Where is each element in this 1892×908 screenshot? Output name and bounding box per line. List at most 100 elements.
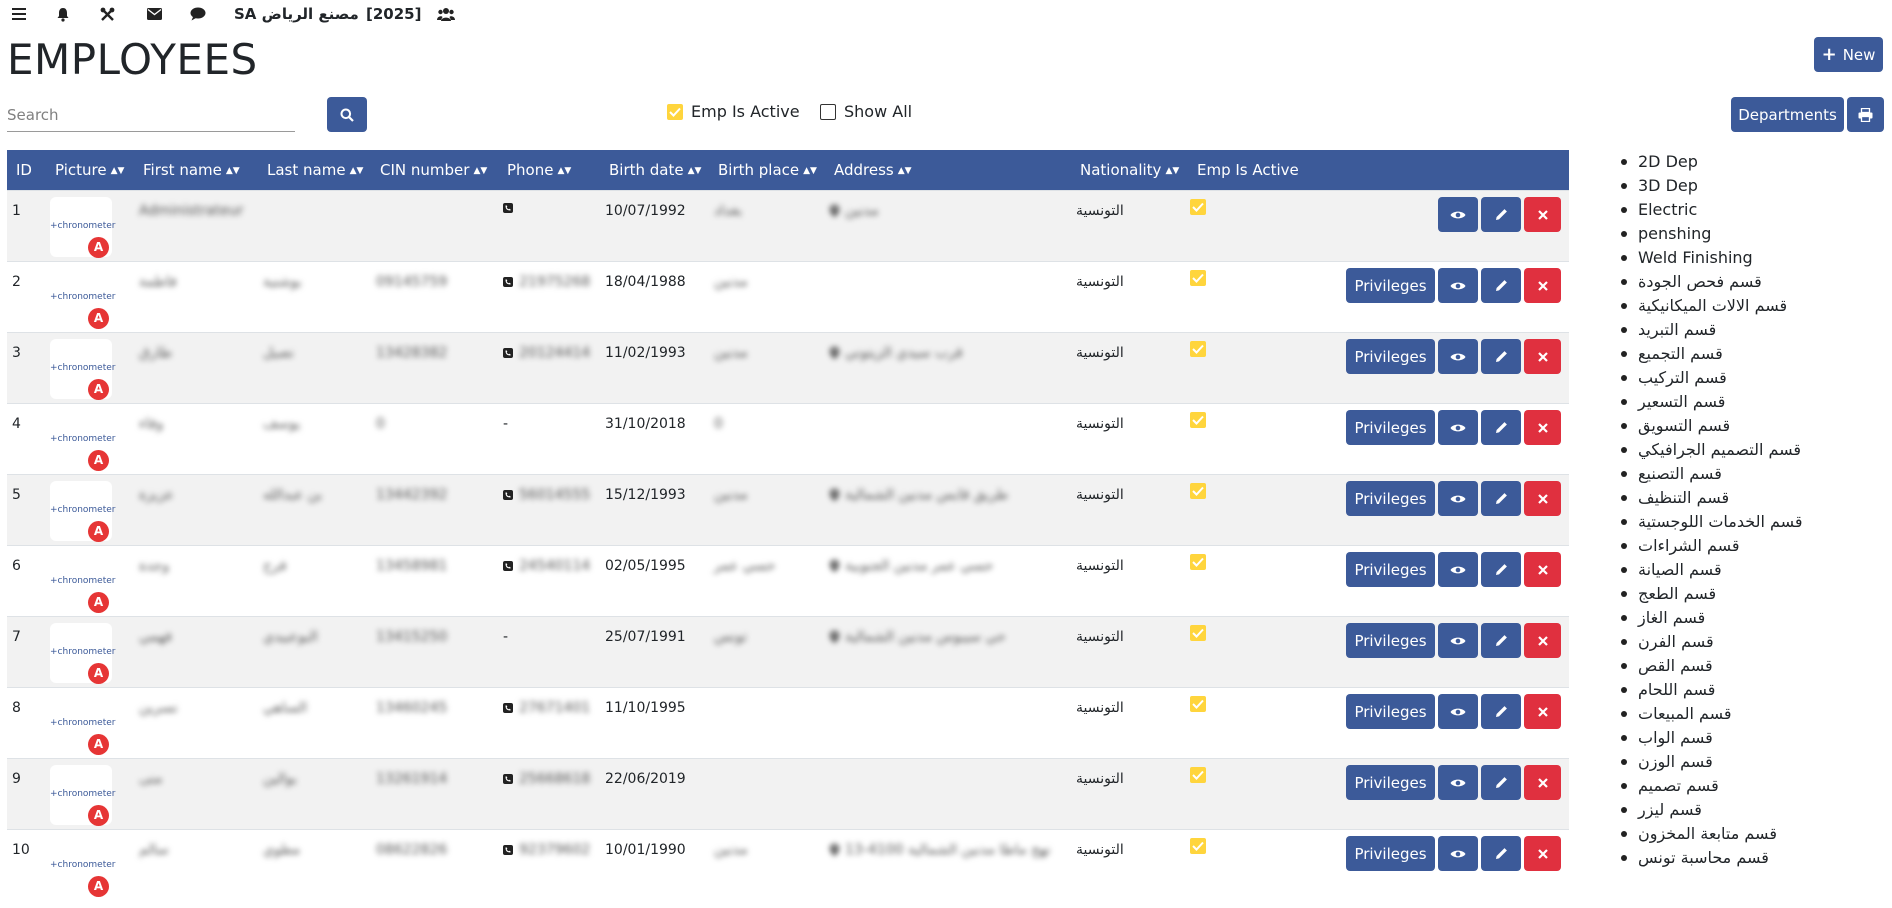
- view-button[interactable]: [1438, 765, 1478, 800]
- map-marker-icon: [830, 205, 839, 217]
- privileges-button[interactable]: Privileges: [1346, 765, 1435, 800]
- employee-picture[interactable]: +chronometer A: [50, 268, 115, 329]
- view-button[interactable]: [1438, 268, 1478, 303]
- edit-button[interactable]: [1481, 410, 1521, 445]
- phone-number: 92379602: [519, 842, 591, 858]
- privileges-button[interactable]: Privileges: [1346, 339, 1435, 374]
- column-last-name[interactable]: Last name ▲▼: [267, 150, 363, 190]
- emp-active-checkbox[interactable]: [1190, 554, 1206, 570]
- column-address[interactable]: Address ▲▼: [834, 150, 912, 190]
- envelope-icon[interactable]: [145, 5, 163, 23]
- privileges-button[interactable]: Privileges: [1346, 623, 1435, 658]
- employee-picture[interactable]: +chronometer A: [50, 694, 115, 755]
- comments-icon[interactable]: [189, 5, 207, 23]
- view-button[interactable]: [1438, 197, 1478, 232]
- menu-icon[interactable]: [10, 5, 28, 23]
- column-phone[interactable]: Phone ▲▼: [507, 150, 571, 190]
- delete-button[interactable]: [1524, 410, 1561, 445]
- delete-button[interactable]: [1524, 552, 1561, 587]
- employee-picture[interactable]: +chronometer A: [50, 836, 115, 897]
- emp-active-checkbox[interactable]: [1190, 483, 1206, 499]
- edit-button[interactable]: [1481, 268, 1521, 303]
- delete-button[interactable]: [1524, 197, 1561, 232]
- edit-button[interactable]: [1481, 481, 1521, 516]
- privileges-button[interactable]: Privileges: [1346, 694, 1435, 729]
- employee-picture[interactable]: +chronometer A: [50, 339, 115, 400]
- delete-button[interactable]: [1524, 623, 1561, 658]
- employee-picture[interactable]: +chronometer A: [50, 552, 115, 613]
- column-cin-number[interactable]: CIN number ▲▼: [380, 150, 487, 190]
- edit-button[interactable]: [1481, 765, 1521, 800]
- edit-button[interactable]: [1481, 552, 1521, 587]
- emp-active-checkbox[interactable]: [1190, 341, 1206, 357]
- privileges-button[interactable]: Privileges: [1346, 481, 1435, 516]
- delete-button[interactable]: [1524, 694, 1561, 729]
- birth-date: 10/07/1992: [605, 203, 686, 219]
- nationality: التونسية: [1076, 274, 1124, 290]
- birth-date: 31/10/2018: [605, 416, 686, 432]
- departments-button[interactable]: Departments: [1731, 97, 1844, 132]
- delete-button[interactable]: [1524, 765, 1561, 800]
- avatar-badge: A: [88, 379, 109, 400]
- view-button[interactable]: [1438, 836, 1478, 871]
- employee-picture[interactable]: +chronometer A: [50, 765, 115, 826]
- view-button[interactable]: [1438, 481, 1478, 516]
- delete-button[interactable]: [1524, 481, 1561, 516]
- close-icon: [1537, 777, 1548, 788]
- cin-number: 13458981: [376, 558, 448, 574]
- phone-cell: -: [503, 416, 508, 432]
- first-name: وجدة: [139, 558, 170, 574]
- delete-button[interactable]: [1524, 339, 1561, 374]
- new-button[interactable]: + New: [1814, 37, 1883, 72]
- tools-icon[interactable]: [98, 5, 116, 23]
- bell-icon[interactable]: [54, 5, 72, 23]
- emp-active-checkbox[interactable]: [1190, 412, 1206, 428]
- employee-picture[interactable]: +chronometer A: [50, 623, 115, 684]
- emp-active-checkbox[interactable]: [1190, 696, 1206, 712]
- emp-active-checkbox[interactable]: [1190, 199, 1206, 215]
- column-first-name[interactable]: First name ▲▼: [143, 150, 240, 190]
- privileges-button[interactable]: Privileges: [1346, 268, 1435, 303]
- column-birth-place[interactable]: Birth place ▲▼: [718, 150, 817, 190]
- privileges-button[interactable]: Privileges: [1346, 836, 1435, 871]
- delete-button[interactable]: [1524, 836, 1561, 871]
- emp-is-active-filter[interactable]: Emp Is Active: [667, 102, 800, 121]
- emp-active-checkbox[interactable]: [1190, 270, 1206, 286]
- delete-button[interactable]: [1524, 268, 1561, 303]
- emp-active-checkbox[interactable]: [1190, 838, 1206, 854]
- column-birth-date[interactable]: Birth date ▲▼: [609, 150, 701, 190]
- employee-picture[interactable]: +chronometer A: [50, 197, 115, 258]
- nationality: التونسية: [1076, 558, 1124, 574]
- edit-button[interactable]: [1481, 339, 1521, 374]
- view-button[interactable]: [1438, 623, 1478, 658]
- users-icon[interactable]: [437, 5, 455, 23]
- edit-button[interactable]: [1481, 836, 1521, 871]
- emp-is-active-checkbox[interactable]: [667, 103, 683, 120]
- emp-active-checkbox[interactable]: [1190, 625, 1206, 641]
- employee-picture[interactable]: +chronometer A: [50, 481, 115, 542]
- privileges-button[interactable]: Privileges: [1346, 410, 1435, 445]
- edit-button[interactable]: [1481, 197, 1521, 232]
- pencil-icon: [1495, 422, 1507, 433]
- view-button[interactable]: [1438, 339, 1478, 374]
- column-picture[interactable]: Picture ▲▼: [55, 150, 124, 190]
- show-all-checkbox[interactable]: [820, 103, 836, 120]
- show-all-filter[interactable]: Show All: [820, 102, 912, 121]
- view-button[interactable]: [1438, 694, 1478, 729]
- year-label[interactable]: [2025]: [366, 5, 421, 23]
- pencil-icon: [1495, 564, 1507, 575]
- edit-button[interactable]: [1481, 694, 1521, 729]
- privileges-button[interactable]: Privileges: [1346, 552, 1435, 587]
- search-button[interactable]: [327, 97, 367, 132]
- company-name[interactable]: SA مصنع الرياض: [234, 5, 359, 23]
- column-nationality[interactable]: Nationality ▲▼: [1080, 150, 1179, 190]
- print-button[interactable]: [1847, 97, 1884, 132]
- search-input[interactable]: [7, 100, 295, 130]
- first-name: نسرين: [139, 700, 178, 716]
- edit-button[interactable]: [1481, 623, 1521, 658]
- emp-active-checkbox[interactable]: [1190, 767, 1206, 783]
- address-cell: قرب سيدي الزيتوني: [830, 345, 963, 361]
- view-button[interactable]: [1438, 552, 1478, 587]
- view-button[interactable]: [1438, 410, 1478, 445]
- employee-picture[interactable]: +chronometer A: [50, 410, 115, 471]
